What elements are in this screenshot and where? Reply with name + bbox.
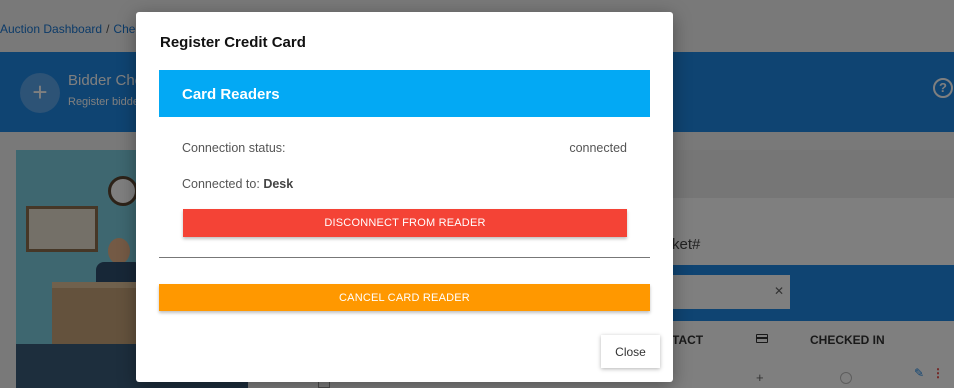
register-credit-card-dialog: Register Credit Card Card Readers Connec…	[136, 12, 673, 382]
dialog-title: Register Credit Card	[160, 34, 306, 51]
close-button[interactable]: Close	[601, 335, 660, 368]
connected-to-value: Desk	[263, 177, 294, 191]
connected-to-row: Connected to: Desk	[182, 177, 293, 191]
disconnect-reader-button[interactable]: DISCONNECT FROM READER	[183, 209, 627, 237]
card-readers-section-header: Card Readers	[159, 70, 650, 117]
connection-status-label: Connection status:	[182, 141, 286, 155]
connection-status-value: connected	[569, 141, 627, 155]
section-title: Card Readers	[182, 86, 280, 103]
cancel-card-reader-button[interactable]: CANCEL CARD READER	[159, 284, 650, 311]
connected-to-label: Connected to:	[182, 177, 264, 191]
divider	[159, 257, 650, 258]
